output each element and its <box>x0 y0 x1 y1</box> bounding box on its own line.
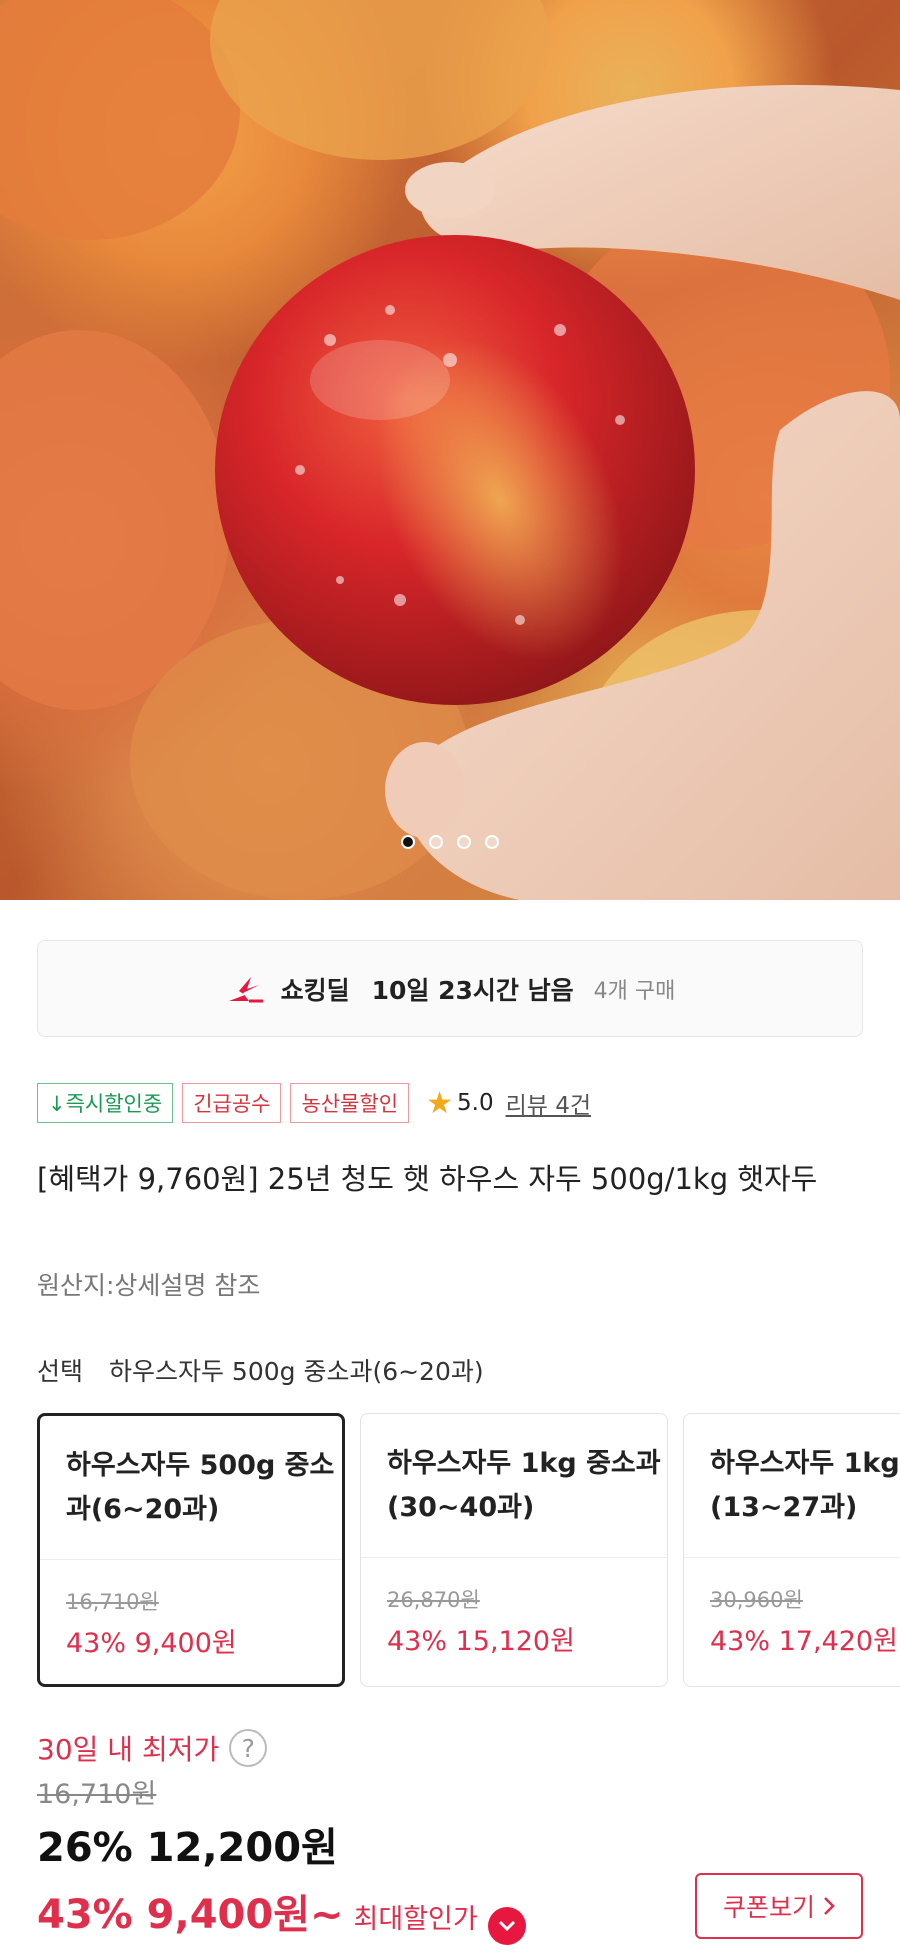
option-name: 하우스자두 1kg 대과(13~27과) <box>710 1448 900 1523</box>
coupon-button[interactable]: 쿠폰보기 <box>695 1873 863 1939</box>
plum-illustration <box>0 0 900 900</box>
deal-title: 쇼킹딜 <box>280 975 350 1005</box>
farm-discount-badge: 농산물할인 <box>290 1083 410 1123</box>
option-sale-price: 43% 17,420원 <box>710 1626 898 1657</box>
shocking-deal-icon <box>228 976 263 1002</box>
rating: ★ 5.0 리뷰 4건 <box>426 1086 591 1121</box>
urgent-delivery-badge: 긴급공수 <box>182 1083 282 1123</box>
option-original-price: 26,870원 <box>387 1588 480 1612</box>
image-pager[interactable] <box>0 835 900 849</box>
lowest-price-label: 30일 내 최저가 <box>37 1733 220 1766</box>
lowest-price-30d: 30일 내 최저가 ? <box>37 1728 268 1768</box>
option-card[interactable]: 하우스자두 1kg 대과(13~27과) 30,960원 43% 17,420원 <box>683 1413 900 1687</box>
option-original-price: 16,710원 <box>66 1590 159 1614</box>
option-name: 하우스자두 1kg 중소과(30~40과) <box>387 1448 661 1523</box>
selected-option-summary: 선택 하우스자두 500g 중소과(6~20과) <box>37 1352 484 1388</box>
original-price: 16,710원 <box>37 1779 157 1810</box>
option-divider <box>684 1557 900 1558</box>
product-title: [혜택가 9,760원] 25년 청도 햇 하우스 자두 500g/1kg 햇자… <box>37 1162 818 1196</box>
option-original-price: 30,960원 <box>710 1588 803 1612</box>
deal-purchase-count: 4개 구매 <box>593 978 676 1004</box>
pager-dot-3[interactable] <box>457 835 471 849</box>
coupon-button-label: 쿠폰보기 <box>722 1893 815 1922</box>
pager-dot-4[interactable] <box>485 835 499 849</box>
benefit-badges: ↓즉시할인중 긴급공수 농산물할인 ★ 5.0 리뷰 4건 <box>37 1083 591 1123</box>
option-divider <box>40 1559 342 1560</box>
selection-value: 하우스자두 500g 중소과(6~20과) <box>108 1357 484 1386</box>
instant-discount-badge: ↓즉시할인중 <box>37 1083 174 1123</box>
pager-dot-2[interactable] <box>429 835 443 849</box>
chevron-right-icon <box>824 1897 835 1915</box>
option-card[interactable]: 하우스자두 1kg 중소과(30~40과) 26,870원 43% 15,120… <box>360 1413 668 1687</box>
option-name: 하우스자두 500g 중소과(6~20과) <box>66 1450 335 1525</box>
help-icon[interactable]: ? <box>229 1729 268 1767</box>
deal-time-remaining: 10일 23시간 남음 <box>371 975 574 1005</box>
max-discount-price[interactable]: 43% 9,400원~ 최대할인가 <box>37 1882 526 1945</box>
chevron-down-icon[interactable] <box>487 1907 526 1945</box>
option-carousel[interactable]: 하우스자두 500g 중소과(6~20과) 16,710원 43% 9,400원… <box>37 1413 900 1687</box>
selection-label: 선택 <box>37 1357 84 1386</box>
pager-dot-1[interactable] <box>401 835 415 849</box>
product-hero-image[interactable] <box>0 0 900 900</box>
option-divider <box>361 1557 667 1558</box>
review-link[interactable]: 리뷰 4건 <box>506 1086 591 1120</box>
max-discount-value: 43% 9,400원~ <box>37 1892 344 1938</box>
star-icon: ★ <box>426 1085 453 1121</box>
product-origin: 원산지:상세설명 참조 <box>37 1271 261 1300</box>
max-discount-label: 최대할인가 <box>353 1904 478 1935</box>
option-sale-price: 43% 15,120원 <box>387 1626 575 1657</box>
rating-score: 5.0 <box>457 1090 494 1116</box>
option-sale-price: 43% 9,400원 <box>66 1628 237 1659</box>
option-card[interactable]: 하우스자두 500g 중소과(6~20과) 16,710원 43% 9,400원 <box>37 1413 345 1687</box>
discount-price: 26% 12,200원 <box>37 1825 338 1871</box>
shocking-deal-banner[interactable]: 쇼킹딜 10일 23시간 남음 4개 구매 <box>37 940 863 1037</box>
